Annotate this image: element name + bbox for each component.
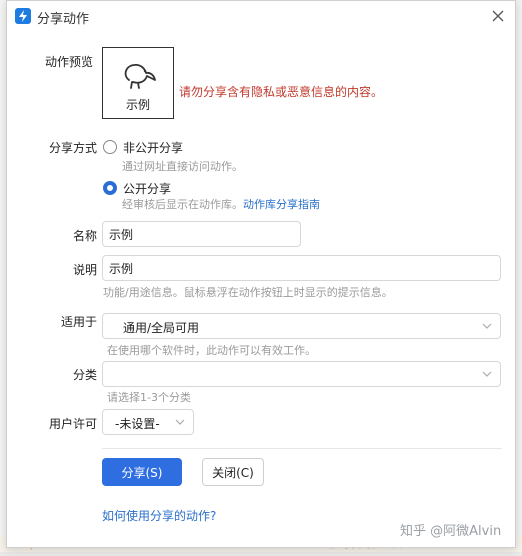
- license-label: 用户许可: [49, 417, 98, 431]
- category-hint: 请选择1-3个分类: [107, 391, 191, 404]
- applies-to-label: 适用于: [61, 315, 98, 329]
- applies-to-value: 通用/全局可用: [123, 321, 200, 335]
- watermark: 知乎 @阿微Alvin: [400, 524, 502, 539]
- chevron-down-icon: [482, 323, 492, 329]
- private-share-radio[interactable]: [103, 140, 117, 154]
- preview-name: 示例: [125, 98, 150, 112]
- share-button[interactable]: 分享(S): [102, 458, 182, 486]
- divider: [102, 448, 502, 449]
- help-link[interactable]: 如何使用分享的动作?: [102, 507, 216, 524]
- public-share-hint: 经审核后显示在动作库。动作库分享指南: [122, 196, 320, 212]
- description-label: 说明: [73, 263, 98, 277]
- share-guide-link[interactable]: 动作库分享指南: [243, 198, 320, 211]
- chevron-down-icon: [175, 419, 185, 425]
- private-share-label[interactable]: 非公开分享: [123, 139, 183, 156]
- license-value: -未设置-: [115, 417, 160, 431]
- public-share-label[interactable]: 公开分享: [123, 180, 171, 197]
- chevron-down-icon: [482, 371, 492, 377]
- app-logo-icon: [15, 8, 31, 24]
- privacy-warning: 请勿分享含有隐私或恶意信息的内容。: [179, 85, 384, 99]
- applies-to-select[interactable]: 通用/全局可用: [102, 313, 501, 339]
- category-select[interactable]: [102, 361, 501, 387]
- preview-label: 动作预览: [45, 55, 94, 69]
- title-bar: 分享动作: [7, 1, 515, 31]
- private-share-hint: 通过网址直接访问动作。: [122, 160, 243, 173]
- public-share-hint-text: 经审核后显示在动作库。: [122, 198, 243, 211]
- description-hint: 功能/用途信息。鼠标悬浮在动作按钮上时显示的提示信息。: [103, 286, 393, 299]
- action-preview: 示例: [102, 47, 174, 119]
- description-input[interactable]: [102, 255, 501, 281]
- kiwi-icon: [124, 63, 156, 89]
- license-select[interactable]: -未设置-: [102, 409, 194, 435]
- close-button[interactable]: 关闭(C): [202, 458, 264, 486]
- share-action-dialog: 分享动作 动作预览 示例 请勿分享含有隐私或恶意信息的内容。 分享方式 非公开分…: [6, 0, 516, 548]
- dialog-title: 分享动作: [37, 12, 90, 27]
- name-input[interactable]: [102, 221, 301, 247]
- share-mode-label: 分享方式: [49, 141, 98, 155]
- applies-to-hint: 在使用哪个软件时，此动作可以有效工作。: [107, 344, 316, 357]
- public-share-radio[interactable]: [103, 181, 117, 195]
- category-label: 分类: [73, 368, 98, 382]
- close-icon[interactable]: [489, 7, 507, 25]
- name-label: 名称: [73, 229, 98, 243]
